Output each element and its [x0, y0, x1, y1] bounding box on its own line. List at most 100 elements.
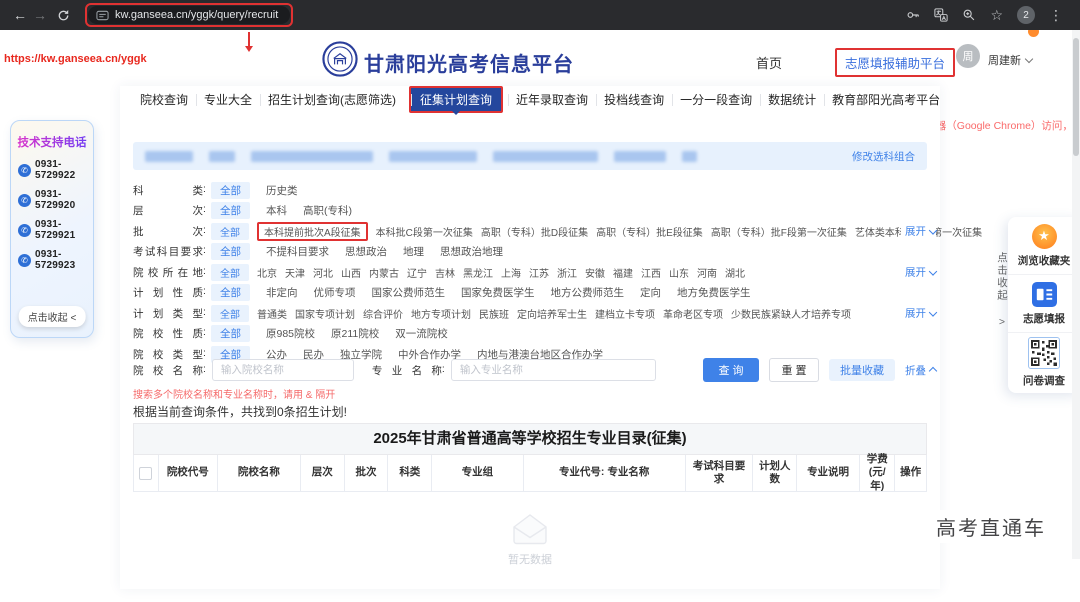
site-info-icon[interactable]: [96, 9, 109, 22]
nav-tab[interactable]: 近年录取查询: [508, 91, 596, 108]
browser-menu-icon[interactable]: ⋮: [1049, 8, 1063, 22]
query-button[interactable]: 查 询: [703, 358, 759, 382]
filter-option[interactable]: 河北: [313, 265, 333, 280]
modify-subject-combo-link[interactable]: 修改选科组合: [852, 149, 915, 164]
filter-option[interactable]: 综合评价: [363, 306, 403, 321]
translate-icon[interactable]: [934, 8, 949, 22]
filter-option[interactable]: 安徽: [585, 265, 605, 280]
filter-option[interactable]: 革命老区专项: [663, 306, 723, 321]
tech-support-panel: 技术支持电话 ✆ 0931-5729922 ✆ 0931-5729920 ✆ 0…: [10, 120, 94, 338]
filter-option[interactable]: 思想政治: [345, 244, 387, 259]
filter-option[interactable]: 内蒙古: [369, 265, 399, 280]
filter-option[interactable]: 高职（专科）批F段第一次征集: [711, 224, 847, 239]
filter-option[interactable]: 全部: [211, 181, 250, 199]
reload-icon[interactable]: [57, 9, 70, 22]
expand-link[interactable]: 展开: [901, 264, 938, 280]
filter-option[interactable]: 原985院校: [266, 326, 315, 341]
filter-option[interactable]: 湖北: [725, 265, 745, 280]
filter-option[interactable]: 地方专项计划: [411, 306, 471, 321]
nav-tab[interactable]: 院校查询: [132, 91, 196, 108]
filter-option[interactable]: 本科提前批次A段征集: [257, 221, 368, 241]
filter-option[interactable]: 历史类: [266, 183, 298, 198]
filter-option[interactable]: 国家公费师范生: [372, 285, 446, 300]
filter-option[interactable]: 河南: [697, 265, 717, 280]
user-avatar[interactable]: 周: [956, 44, 980, 68]
nav-tab[interactable]: 一分一段查询: [672, 91, 760, 108]
select-all-checkbox[interactable]: [139, 466, 153, 480]
filter-option[interactable]: 江苏: [529, 265, 549, 280]
user-menu[interactable]: 周建新: [988, 52, 1034, 68]
collapse-filters-link[interactable]: 折叠: [905, 363, 938, 378]
filter-option[interactable]: 少数民族紧缺人才培养专项: [731, 306, 851, 321]
nav-tab[interactable]: 投档线查询: [596, 91, 672, 108]
browser-profile-avatar[interactable]: 2: [1017, 6, 1035, 24]
filter-option[interactable]: 地理: [403, 244, 424, 259]
filter-option[interactable]: 上海: [501, 265, 521, 280]
school-name-label: 院校名称:: [133, 362, 206, 377]
filter-option[interactable]: 山西: [341, 265, 361, 280]
filter-option[interactable]: 辽宁: [407, 265, 427, 280]
reset-button[interactable]: 重 置: [769, 358, 819, 382]
filter-option[interactable]: 本科: [266, 203, 287, 218]
filter-option[interactable]: 普通类: [257, 306, 287, 321]
filter-option[interactable]: 福建: [613, 265, 633, 280]
filter-option[interactable]: 定向培养军士生: [517, 306, 587, 321]
filter-option[interactable]: 高职（专科）批D段征集: [481, 224, 588, 239]
filter-option[interactable]: 地方公费师范生: [551, 285, 625, 300]
filter-option[interactable]: 原211院校: [331, 326, 379, 341]
chevron-down-icon: [1024, 54, 1034, 64]
filter-option[interactable]: 山东: [669, 265, 689, 280]
filter-option[interactable]: 全部: [211, 304, 249, 322]
nav-tab[interactable]: 专业大全: [196, 91, 260, 108]
survey-shortcut[interactable]: 问卷调查: [1008, 333, 1080, 391]
filter-option[interactable]: 建档立卡专项: [595, 306, 655, 321]
bookmark-star-icon[interactable]: ☆: [990, 8, 1003, 22]
filter-option[interactable]: 高职（专科）批E段征集: [596, 224, 703, 239]
filter-option[interactable]: 天津: [285, 265, 305, 280]
address-bar[interactable]: kw.ganseea.cn/yggk/query/recruit: [88, 6, 290, 24]
expand-link[interactable]: 展开: [901, 305, 938, 321]
filter-option[interactable]: 全部: [211, 325, 250, 343]
forward-icon[interactable]: →: [30, 0, 50, 30]
favorites-badge-icon: ★: [1031, 223, 1057, 249]
filter-option[interactable]: 思想政治地理: [440, 244, 503, 259]
zoom-icon[interactable]: [962, 8, 976, 22]
nav-tab[interactable]: 征集计划查询: [409, 86, 504, 113]
school-name-input[interactable]: [211, 359, 354, 381]
back-icon[interactable]: ←: [10, 0, 30, 30]
password-key-icon[interactable]: [906, 8, 920, 22]
filter-option[interactable]: 本科批C段第一次征集: [376, 224, 473, 239]
favorites-shortcut[interactable]: ★ 浏览收藏夹: [1008, 217, 1080, 275]
filter-option[interactable]: 北京: [257, 265, 277, 280]
nav-tab[interactable]: 教育部阳光高考平台: [824, 91, 948, 108]
batch-favorite-button[interactable]: 批量收藏: [829, 359, 895, 381]
filter-option[interactable]: 吉林: [435, 265, 455, 280]
major-name-input[interactable]: [450, 359, 656, 381]
filter-option[interactable]: 定向: [640, 285, 661, 300]
expand-link[interactable]: 展开: [901, 223, 938, 239]
left-panel-collapse-button[interactable]: 点击收起 <: [18, 306, 86, 327]
apply-shortcut[interactable]: 志愿填报: [1008, 275, 1080, 333]
filter-option[interactable]: 地方免费医学生: [677, 285, 751, 300]
filter-option[interactable]: 国家免费医学生: [461, 285, 535, 300]
nav-tab[interactable]: 招生计划查询(志愿筛选): [260, 91, 404, 108]
filter-option[interactable]: 全部: [211, 263, 249, 281]
filter-option[interactable]: 全部: [211, 222, 249, 240]
filter-option[interactable]: 高职(专科): [303, 203, 352, 218]
filter-option[interactable]: 国家专项计划: [295, 306, 355, 321]
filter-option[interactable]: 民族班: [479, 306, 509, 321]
filter-option[interactable]: 江西: [641, 265, 661, 280]
filter-option[interactable]: 全部: [211, 243, 250, 261]
filter-option[interactable]: 不提科目要求: [266, 244, 329, 259]
filter-option[interactable]: 非定向: [266, 285, 298, 300]
filter-option[interactable]: 双一流院校: [395, 326, 448, 341]
filter-option[interactable]: 全部: [211, 202, 250, 220]
assist-platform-link[interactable]: 志愿填报辅助平台: [835, 48, 956, 77]
nav-tab[interactable]: 数据统计: [760, 91, 824, 108]
scrollbar-thumb[interactable]: [1073, 38, 1079, 156]
filter-option[interactable]: 全部: [211, 284, 250, 302]
filter-option[interactable]: 黑龙江: [463, 265, 493, 280]
filter-option[interactable]: 优师专项: [314, 285, 356, 300]
filter-option[interactable]: 浙江: [557, 265, 577, 280]
home-link[interactable]: 首页: [756, 53, 782, 72]
